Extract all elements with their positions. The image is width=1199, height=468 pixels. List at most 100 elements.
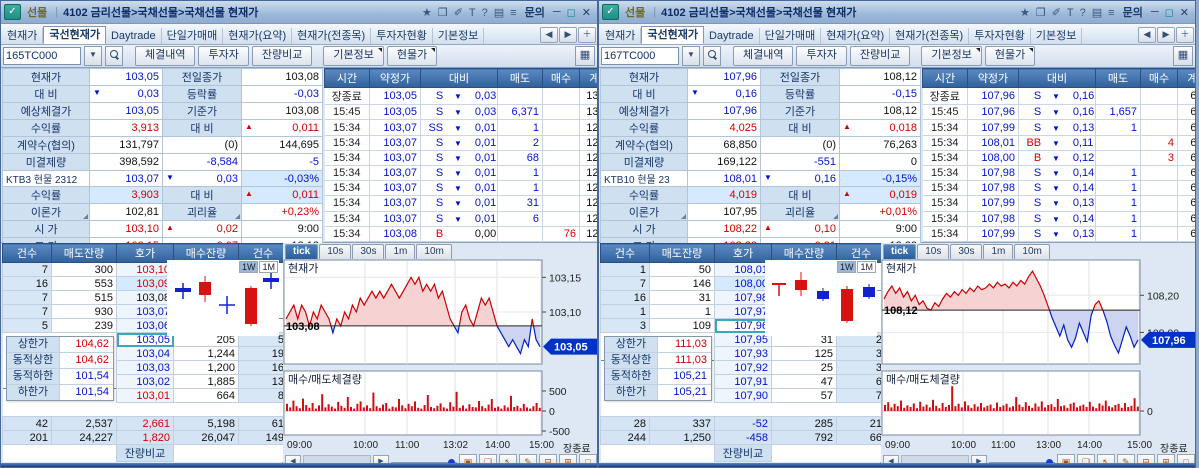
toolbar-button-잔량비교[interactable]: 잔량비교 bbox=[251, 46, 313, 66]
toolbar-button-투자자[interactable]: 투자자 bbox=[796, 46, 847, 66]
toolbar-button-현물가[interactable]: 현물가 bbox=[386, 46, 438, 66]
chart-tab-tick[interactable]: tick bbox=[285, 244, 319, 259]
bid-price[interactable]: 107,95 bbox=[714, 332, 772, 347]
ask-price[interactable]: 103,07 bbox=[116, 304, 174, 319]
tab-Daytrade[interactable]: Daytrade bbox=[106, 28, 162, 44]
symbol-dropdown-button[interactable]: ▼ bbox=[84, 46, 102, 66]
symbol-code-input[interactable] bbox=[3, 47, 81, 65]
toolbar-button-기본정보[interactable]: 기본정보 bbox=[921, 46, 982, 66]
favorite-star-icon[interactable]: ★ bbox=[1020, 7, 1030, 19]
restore-button[interactable]: ◻ bbox=[567, 6, 576, 19]
compare-depth-button[interactable]: 잔량비교 bbox=[116, 444, 174, 462]
tabs-scroll-left-button[interactable]: ◀ bbox=[1138, 27, 1156, 43]
bid-price[interactable]: 107,93 bbox=[714, 346, 772, 361]
toolbar-button-잔량비교[interactable]: 잔량비교 bbox=[849, 46, 911, 66]
link-icon[interactable]: ✐ bbox=[454, 7, 463, 19]
link-icon[interactable]: ✐ bbox=[1052, 7, 1061, 19]
bid-price[interactable]: 103,03 bbox=[116, 360, 174, 375]
tabs-add-button[interactable]: ＋ bbox=[1176, 27, 1194, 43]
bid-price[interactable]: 103,05 bbox=[116, 332, 174, 347]
tabs-scroll-right-button[interactable]: ▶ bbox=[1157, 27, 1175, 43]
compare-depth-button[interactable]: 잔량비교 bbox=[714, 444, 772, 462]
toolbar-button-체결내역[interactable]: 체결내역 bbox=[135, 46, 196, 66]
tab-기본정보[interactable]: 기본정보 bbox=[1031, 28, 1083, 44]
print-icon[interactable]: ▤ bbox=[494, 7, 504, 19]
chart-tab-10m[interactable]: 10m bbox=[1014, 244, 1050, 259]
tab-투자자현황[interactable]: 투자자현황 bbox=[969, 28, 1031, 44]
font-icon[interactable]: T bbox=[469, 7, 476, 19]
tab-단일가매매[interactable]: 단일가매매 bbox=[760, 28, 822, 44]
bid-price[interactable]: 103,02 bbox=[116, 374, 174, 389]
ask-price[interactable]: 103,10 bbox=[116, 262, 174, 277]
popout-icon[interactable]: ❐ bbox=[1036, 7, 1046, 19]
minimize-button[interactable]: ─ bbox=[1151, 6, 1159, 18]
inquiry-button[interactable]: 문의 bbox=[1123, 4, 1143, 20]
tab-현재가[interactable]: 현재가 bbox=[600, 28, 642, 44]
toolbar-button-투자자[interactable]: 투자자 bbox=[198, 46, 249, 66]
tab-기본정보[interactable]: 기본정보 bbox=[433, 28, 485, 44]
close-button[interactable]: ✕ bbox=[1180, 6, 1189, 19]
tab-Daytrade[interactable]: Daytrade bbox=[704, 28, 760, 44]
tab-국선현재가[interactable]: 국선현재가 bbox=[43, 26, 106, 44]
chart-tab-30s[interactable]: 30s bbox=[950, 244, 983, 259]
ask-price[interactable]: 107,98 bbox=[714, 290, 772, 305]
ask-price[interactable]: 107,96 bbox=[714, 318, 772, 333]
list-icon[interactable]: ≡ bbox=[1108, 7, 1114, 19]
window-titlebar[interactable]: ✓ 선물 | 4102 금리선물>국채선물>국채선물 현재가 ★ ❐ ✐ T? ▤ ≡ 문… bbox=[1, 1, 597, 24]
bid-price[interactable]: 103,01 bbox=[116, 388, 174, 403]
chart-tab-1m[interactable]: 1m bbox=[385, 244, 416, 259]
window-titlebar[interactable]: ✓ 선물 | 4102 금리선물>국채선물>국채선물 현재가 ★ ❐ ✐ T? ▤ ≡ 문… bbox=[599, 1, 1195, 24]
restore-button[interactable]: ◻ bbox=[1165, 6, 1174, 19]
tab-현재가(전종목)[interactable]: 현재가(전종목) bbox=[890, 28, 970, 44]
chart-tab-1m[interactable]: 1m bbox=[983, 244, 1014, 259]
ask-price[interactable]: 108,00 bbox=[714, 276, 772, 291]
app-check-icon[interactable]: ✓ bbox=[4, 4, 21, 20]
app-check-icon[interactable]: ✓ bbox=[602, 4, 619, 20]
list-icon[interactable]: ≡ bbox=[510, 7, 516, 19]
tabs-scroll-right-button[interactable]: ▶ bbox=[559, 27, 577, 43]
tab-현재가(요약)[interactable]: 현재가(요약) bbox=[821, 28, 891, 44]
period-button-1M[interactable]: 1M bbox=[857, 261, 876, 273]
tab-단일가매매[interactable]: 단일가매매 bbox=[162, 28, 224, 44]
symbol-dropdown-button[interactable]: ▼ bbox=[682, 46, 700, 66]
ask-price[interactable]: 108,01 bbox=[714, 262, 772, 277]
tab-투자자현황[interactable]: 투자자현황 bbox=[371, 28, 433, 44]
help-icon[interactable]: ? bbox=[482, 7, 488, 19]
toolbar-button-기본정보[interactable]: 기본정보 bbox=[323, 46, 384, 66]
bid-price[interactable]: 103,04 bbox=[116, 346, 174, 361]
period-button-1M[interactable]: 1M bbox=[259, 261, 278, 273]
symbol-code-input[interactable] bbox=[601, 47, 679, 65]
symbol-search-button[interactable] bbox=[703, 46, 721, 66]
tabs-add-button[interactable]: ＋ bbox=[578, 27, 596, 43]
tab-현재가(전종목)[interactable]: 현재가(전종목) bbox=[292, 28, 372, 44]
tab-현재가(요약)[interactable]: 현재가(요약) bbox=[223, 28, 293, 44]
toolbar-button-체결내역[interactable]: 체결내역 bbox=[733, 46, 794, 66]
tab-현재가[interactable]: 현재가 bbox=[2, 28, 44, 44]
period-button-1W[interactable]: 1W bbox=[836, 261, 857, 273]
grid-view-button[interactable]: ▦ bbox=[1173, 46, 1193, 66]
chart-tab-10s[interactable]: 10s bbox=[917, 244, 950, 259]
symbol-search-button[interactable] bbox=[105, 46, 123, 66]
tab-국선현재가[interactable]: 국선현재가 bbox=[641, 26, 704, 44]
font-icon[interactable]: T bbox=[1067, 7, 1074, 19]
chart-tab-10s[interactable]: 10s bbox=[319, 244, 352, 259]
ask-price[interactable]: 103,08 bbox=[116, 290, 174, 305]
chart-tab-10m[interactable]: 10m bbox=[416, 244, 452, 259]
inquiry-button[interactable]: 문의 bbox=[525, 4, 545, 20]
favorite-star-icon[interactable]: ★ bbox=[422, 7, 432, 19]
chart-tab-tick[interactable]: tick bbox=[883, 244, 917, 259]
help-icon[interactable]: ? bbox=[1080, 7, 1086, 19]
print-icon[interactable]: ▤ bbox=[1092, 7, 1102, 19]
period-button-1W[interactable]: 1W bbox=[238, 261, 259, 273]
toolbar-button-현물가[interactable]: 현물가 bbox=[984, 46, 1036, 66]
bid-price[interactable]: 107,90 bbox=[714, 388, 772, 403]
chart-tab-30s[interactable]: 30s bbox=[352, 244, 385, 259]
bid-price[interactable]: 107,91 bbox=[714, 374, 772, 389]
grid-view-button[interactable]: ▦ bbox=[575, 46, 595, 66]
close-button[interactable]: ✕ bbox=[582, 6, 591, 19]
ask-price[interactable]: 103,06 bbox=[116, 318, 174, 333]
bid-price[interactable]: 107,92 bbox=[714, 360, 772, 375]
tabs-scroll-left-button[interactable]: ◀ bbox=[540, 27, 558, 43]
ask-price[interactable]: 103,09 bbox=[116, 276, 174, 291]
popout-icon[interactable]: ❐ bbox=[438, 7, 448, 19]
